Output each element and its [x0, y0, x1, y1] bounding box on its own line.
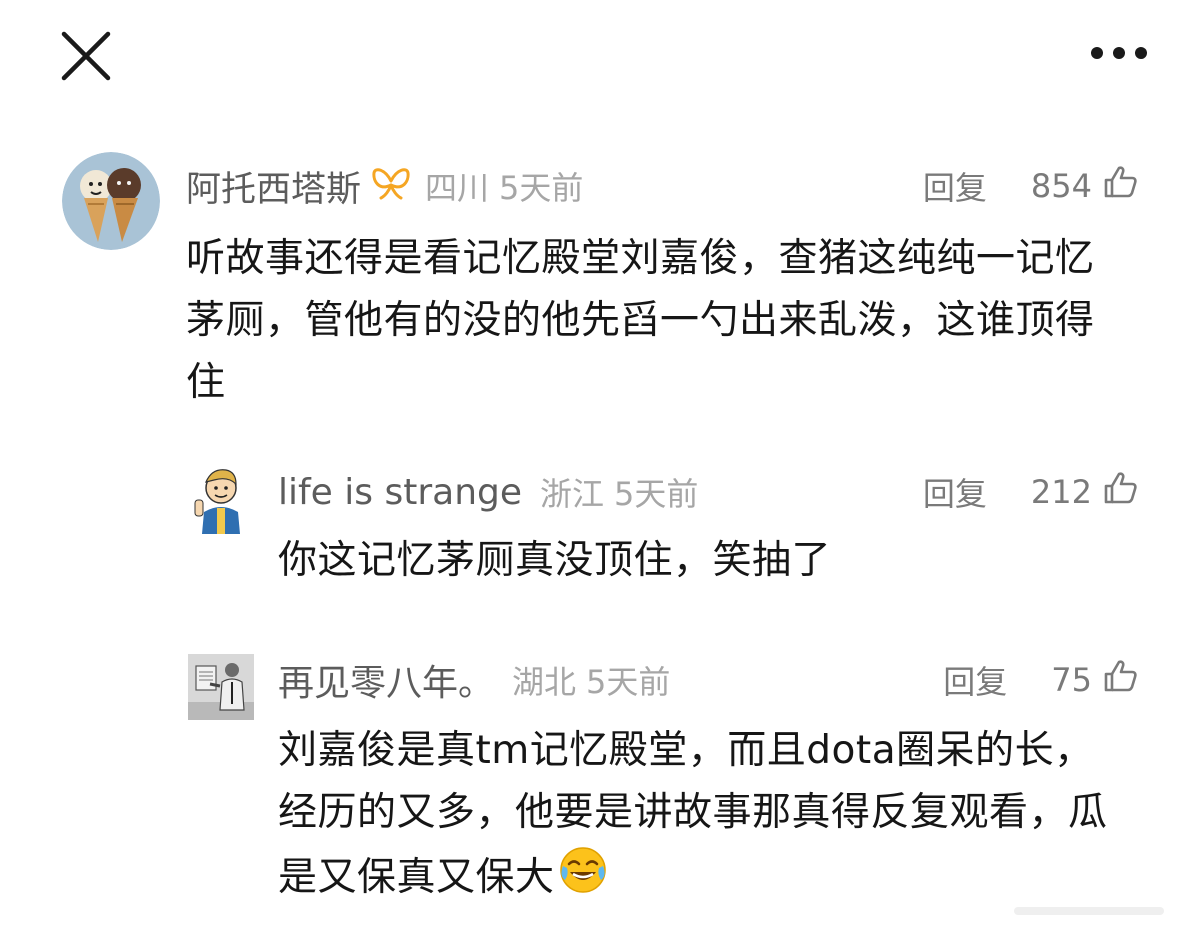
comment-meta: life is strange 浙江 5天前 — [278, 466, 698, 518]
close-button[interactable] — [58, 28, 114, 84]
reply-button[interactable]: 回复 — [923, 469, 987, 515]
like-count: 854 — [1030, 167, 1092, 205]
location: 四川 — [425, 169, 490, 207]
location: 浙江 — [540, 475, 605, 513]
comment-actions: 回复 75 — [943, 656, 1138, 704]
comment-2: life is strange 浙江 5天前 回复 212 你这记忆茅厕真没顶住… — [0, 450, 1186, 600]
comment-1: 阿托西塔斯 四川 5天前 回复 854 听故事还得是看记忆殿堂刘嘉俊，查猪这纯纯… — [0, 140, 1186, 430]
comment-meta: 阿托西塔斯 四川 5天前 — [186, 160, 583, 212]
location: 湖北 — [512, 663, 577, 701]
comment-meta: 再见零八年。 湖北 5天前 — [278, 654, 670, 706]
thumbs-up-icon[interactable] — [1102, 164, 1138, 208]
watermark — [1014, 903, 1164, 919]
username[interactable]: 阿托西塔斯 — [186, 161, 361, 212]
avatar[interactable] — [62, 152, 160, 250]
like-count: 212 — [1030, 473, 1092, 511]
reply-button[interactable]: 回复 — [943, 657, 1007, 703]
ice-cream-avatar — [62, 152, 160, 250]
vault-boy-avatar — [190, 462, 252, 534]
thumbs-up-icon[interactable] — [1102, 658, 1138, 702]
vip-badge-icon — [371, 163, 411, 210]
username[interactable]: life is strange — [278, 472, 522, 513]
reply-button[interactable]: 回复 — [923, 163, 987, 209]
comment-text-body: 刘嘉俊是真tm记忆殿堂，而且dota圈呆的长，经历的又多，他要是讲故事那真得反复… — [278, 728, 1108, 900]
close-icon — [61, 31, 111, 81]
like-count: 75 — [1051, 661, 1092, 699]
timestamp: 5天前 — [614, 475, 699, 513]
avatar[interactable] — [188, 654, 254, 720]
comment-text: 刘嘉俊是真tm记忆殿堂，而且dota圈呆的长，经历的又多，他要是讲故事那真得反复… — [278, 720, 1124, 915]
comment-3: 再见零八年。 湖北 5天前 回复 75 刘嘉俊是真tm记忆殿堂，而且dota圈呆… — [0, 638, 1186, 918]
avatar[interactable] — [190, 462, 252, 534]
more-button[interactable] — [1086, 38, 1152, 68]
timestamp: 5天前 — [586, 663, 671, 701]
top-bar — [0, 0, 1186, 110]
username[interactable]: 再见零八年。 — [278, 654, 494, 706]
comment-text: 你这记忆茅厕真没顶住，笑抽了 — [278, 538, 832, 583]
more-icon — [1091, 47, 1147, 59]
thumbs-up-icon[interactable] — [1102, 470, 1138, 514]
comment-text: 听故事还得是看记忆殿堂刘嘉俊，查猪这纯纯一记忆茅厕，管他有的没的他先舀一勺出来乱… — [186, 236, 1095, 405]
comment-actions: 回复 854 — [923, 162, 1138, 210]
timestamp: 5天前 — [499, 169, 584, 207]
photo-avatar — [188, 654, 254, 720]
tears-of-joy-emoji-icon — [557, 844, 609, 915]
comment-actions: 回复 212 — [923, 468, 1138, 516]
